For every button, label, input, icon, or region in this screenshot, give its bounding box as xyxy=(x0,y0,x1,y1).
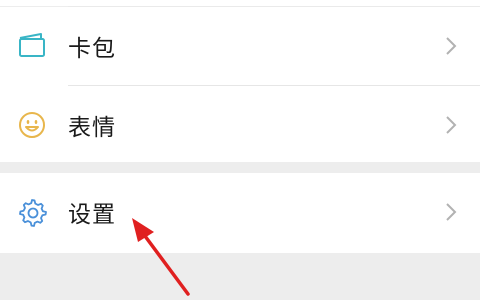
menu-group-cards-stickers: 卡包 表情 xyxy=(0,7,480,162)
menu-item-settings[interactable]: 设置 xyxy=(0,173,480,251)
chevron-right-icon xyxy=(444,34,458,58)
menu-group-settings: 设置 xyxy=(0,173,480,253)
gear-icon xyxy=(16,196,48,228)
menu-item-label: 设置 xyxy=(68,202,116,228)
chevron-right-icon xyxy=(444,113,458,137)
menu-item-stickers[interactable]: 表情 xyxy=(0,86,480,164)
smiley-face-icon xyxy=(16,109,48,141)
menu-item-label: 卡包 xyxy=(68,36,116,62)
card-wallet-icon xyxy=(16,30,48,62)
menu-item-label: 表情 xyxy=(68,115,116,141)
menu-item-card-wallet[interactable]: 卡包 xyxy=(0,7,480,85)
chevron-right-icon xyxy=(444,200,458,224)
